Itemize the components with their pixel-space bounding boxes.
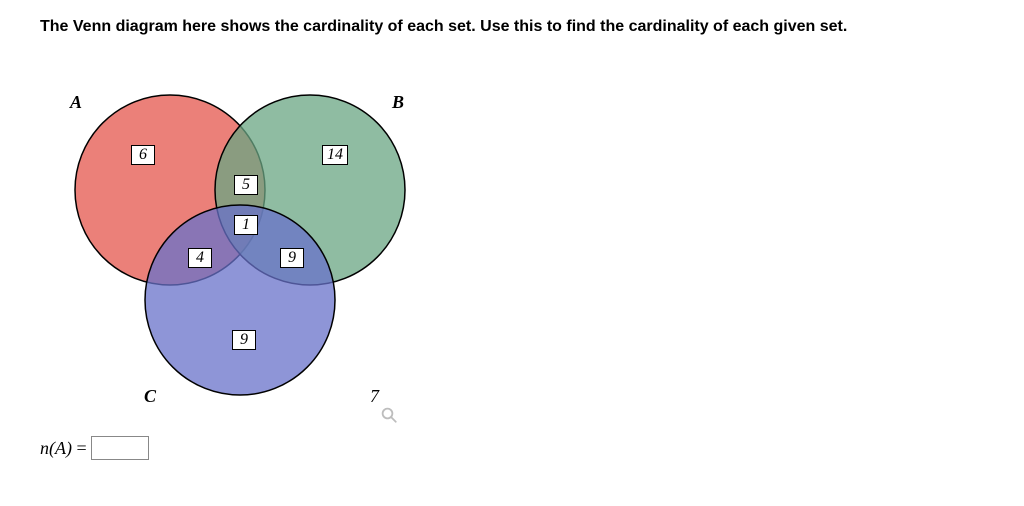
answer-equals: =	[72, 438, 87, 458]
label-b: B	[392, 92, 404, 113]
region-abc: 1	[234, 215, 258, 235]
region-outside: 7	[370, 386, 379, 407]
answer-prefix: n(A)	[40, 438, 72, 458]
region-bc: 9	[280, 248, 304, 268]
magnify-icon[interactable]	[380, 406, 398, 424]
region-ab: 5	[234, 175, 258, 195]
answer-row: n(A) =	[40, 436, 984, 460]
region-c-only: 9	[232, 330, 256, 350]
label-a: A	[70, 92, 82, 113]
venn-diagram: A B C 6 14 9 5 4 9 1 7	[40, 50, 460, 430]
label-c: C	[144, 386, 156, 407]
region-b-only: 14	[322, 145, 348, 165]
instruction-text: The Venn diagram here shows the cardinal…	[40, 18, 984, 36]
answer-input[interactable]	[91, 436, 149, 460]
region-ac: 4	[188, 248, 212, 268]
region-a-only: 6	[131, 145, 155, 165]
answer-label: n(A) =	[40, 438, 87, 459]
